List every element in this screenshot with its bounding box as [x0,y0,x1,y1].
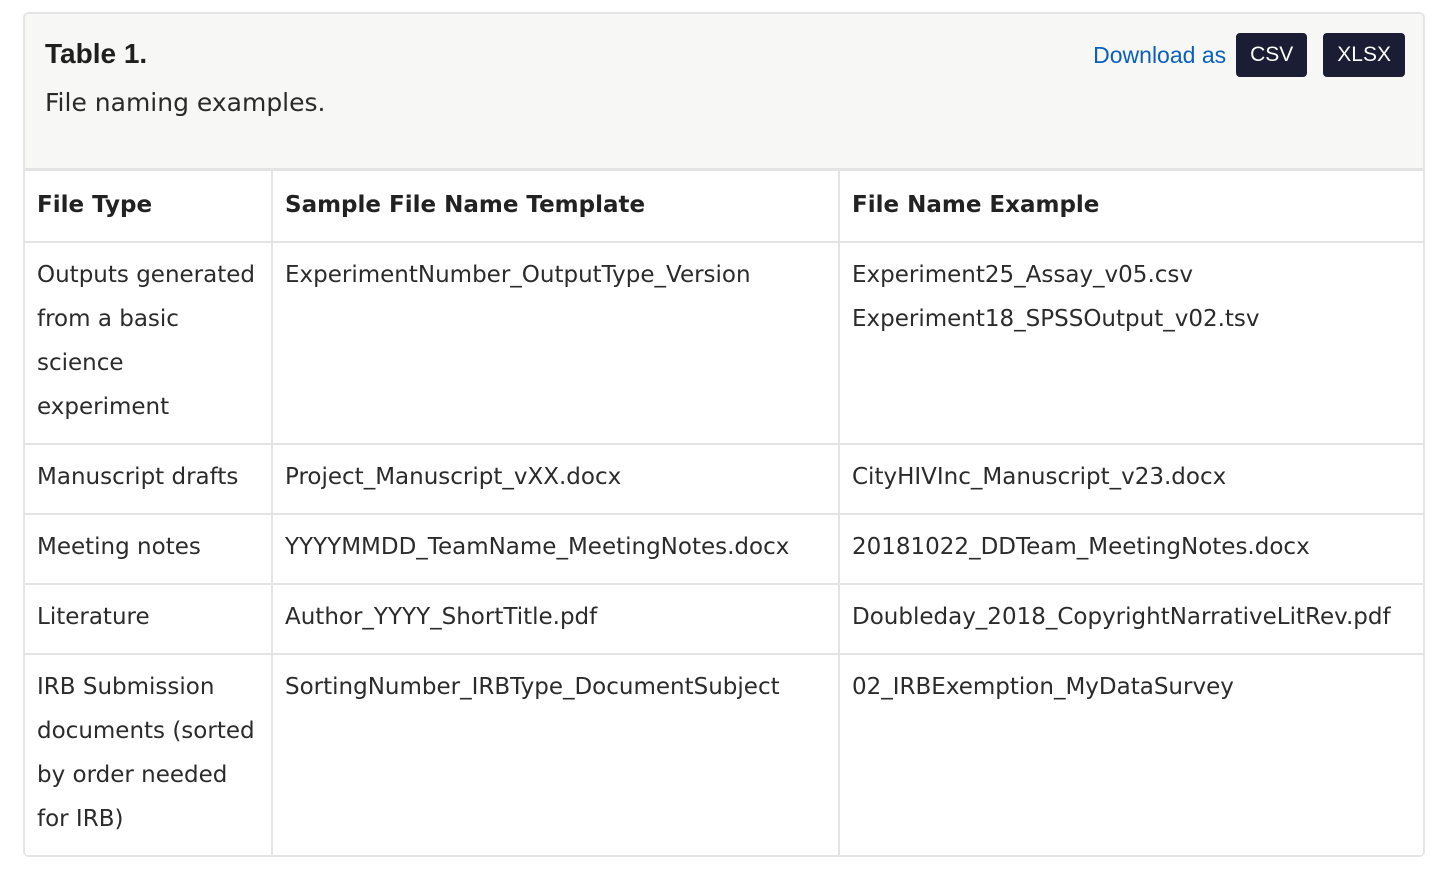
table-caption: Table 1. File naming examples. Download … [25,14,1423,171]
example-filename: Experiment25_Assay_v05.csv [852,262,1193,288]
table-row: Manuscript drafts Project_Manuscript_vXX… [25,443,1423,515]
table-title: Table 1. [45,38,148,69]
table-row: IRB Submission documents (sorted by orde… [25,653,1423,857]
table-description: File naming examples. [45,88,326,117]
cell-template: SortingNumber_IRBType_DocumentSubject [271,653,840,857]
table-container: Table 1. File naming examples. Download … [23,12,1425,857]
example-filename: CityHIVInc_Manuscript_v23.docx [852,464,1227,490]
cell-template: YYYYMMDD_TeamName_MeetingNotes.docx [271,513,840,585]
example-filename: 20181022_DDTeam_MeetingNotes.docx [852,534,1310,560]
header-file-name-example: File Name Example [838,171,1423,243]
cell-examples: Experiment25_Assay_v05.csv Experiment18_… [838,241,1423,445]
cell-file-type: IRB Submission documents (sorted by orde… [25,653,273,857]
download-options: Download as CSV XLSX [1093,33,1405,77]
cell-file-type: Literature [25,583,273,655]
table-row: Literature Author_YYYY_ShortTitle.pdf Do… [25,583,1423,655]
example-filename: Experiment18_SPSSOutput_v02.tsv [852,306,1260,332]
cell-examples: Doubleday_2018_CopyrightNarrativeLitRev.… [838,583,1423,655]
header-file-type: File Type [25,171,273,243]
cell-template: Project_Manuscript_vXX.docx [271,443,840,515]
download-as-label: Download as [1093,41,1227,68]
header-sample-template: Sample File Name Template [271,171,840,243]
file-naming-table: File Type Sample File Name Template File… [25,171,1423,857]
example-filename: 02_IRBExemption_MyDataSurvey [852,674,1234,700]
cell-examples: 20181022_DDTeam_MeetingNotes.docx [838,513,1423,585]
cell-file-type: Meeting notes [25,513,273,585]
download-xlsx-button[interactable]: XLSX [1323,33,1405,77]
cell-examples: CityHIVInc_Manuscript_v23.docx [838,443,1423,515]
table-row: Outputs generated from a basic science e… [25,241,1423,445]
cell-template: ExperimentNumber_OutputType_Version [271,241,840,445]
cell-examples: 02_IRBExemption_MyDataSurvey [838,653,1423,857]
table-row: Meeting notes YYYYMMDD_TeamName_MeetingN… [25,513,1423,585]
cell-template: Author_YYYY_ShortTitle.pdf [271,583,840,655]
cell-file-type: Outputs generated from a basic science e… [25,241,273,445]
download-csv-button[interactable]: CSV [1236,33,1308,77]
cell-file-type: Manuscript drafts [25,443,273,515]
table-header-row: File Type Sample File Name Template File… [25,171,1423,243]
example-filename: Doubleday_2018_CopyrightNarrativeLitRev.… [852,604,1391,630]
